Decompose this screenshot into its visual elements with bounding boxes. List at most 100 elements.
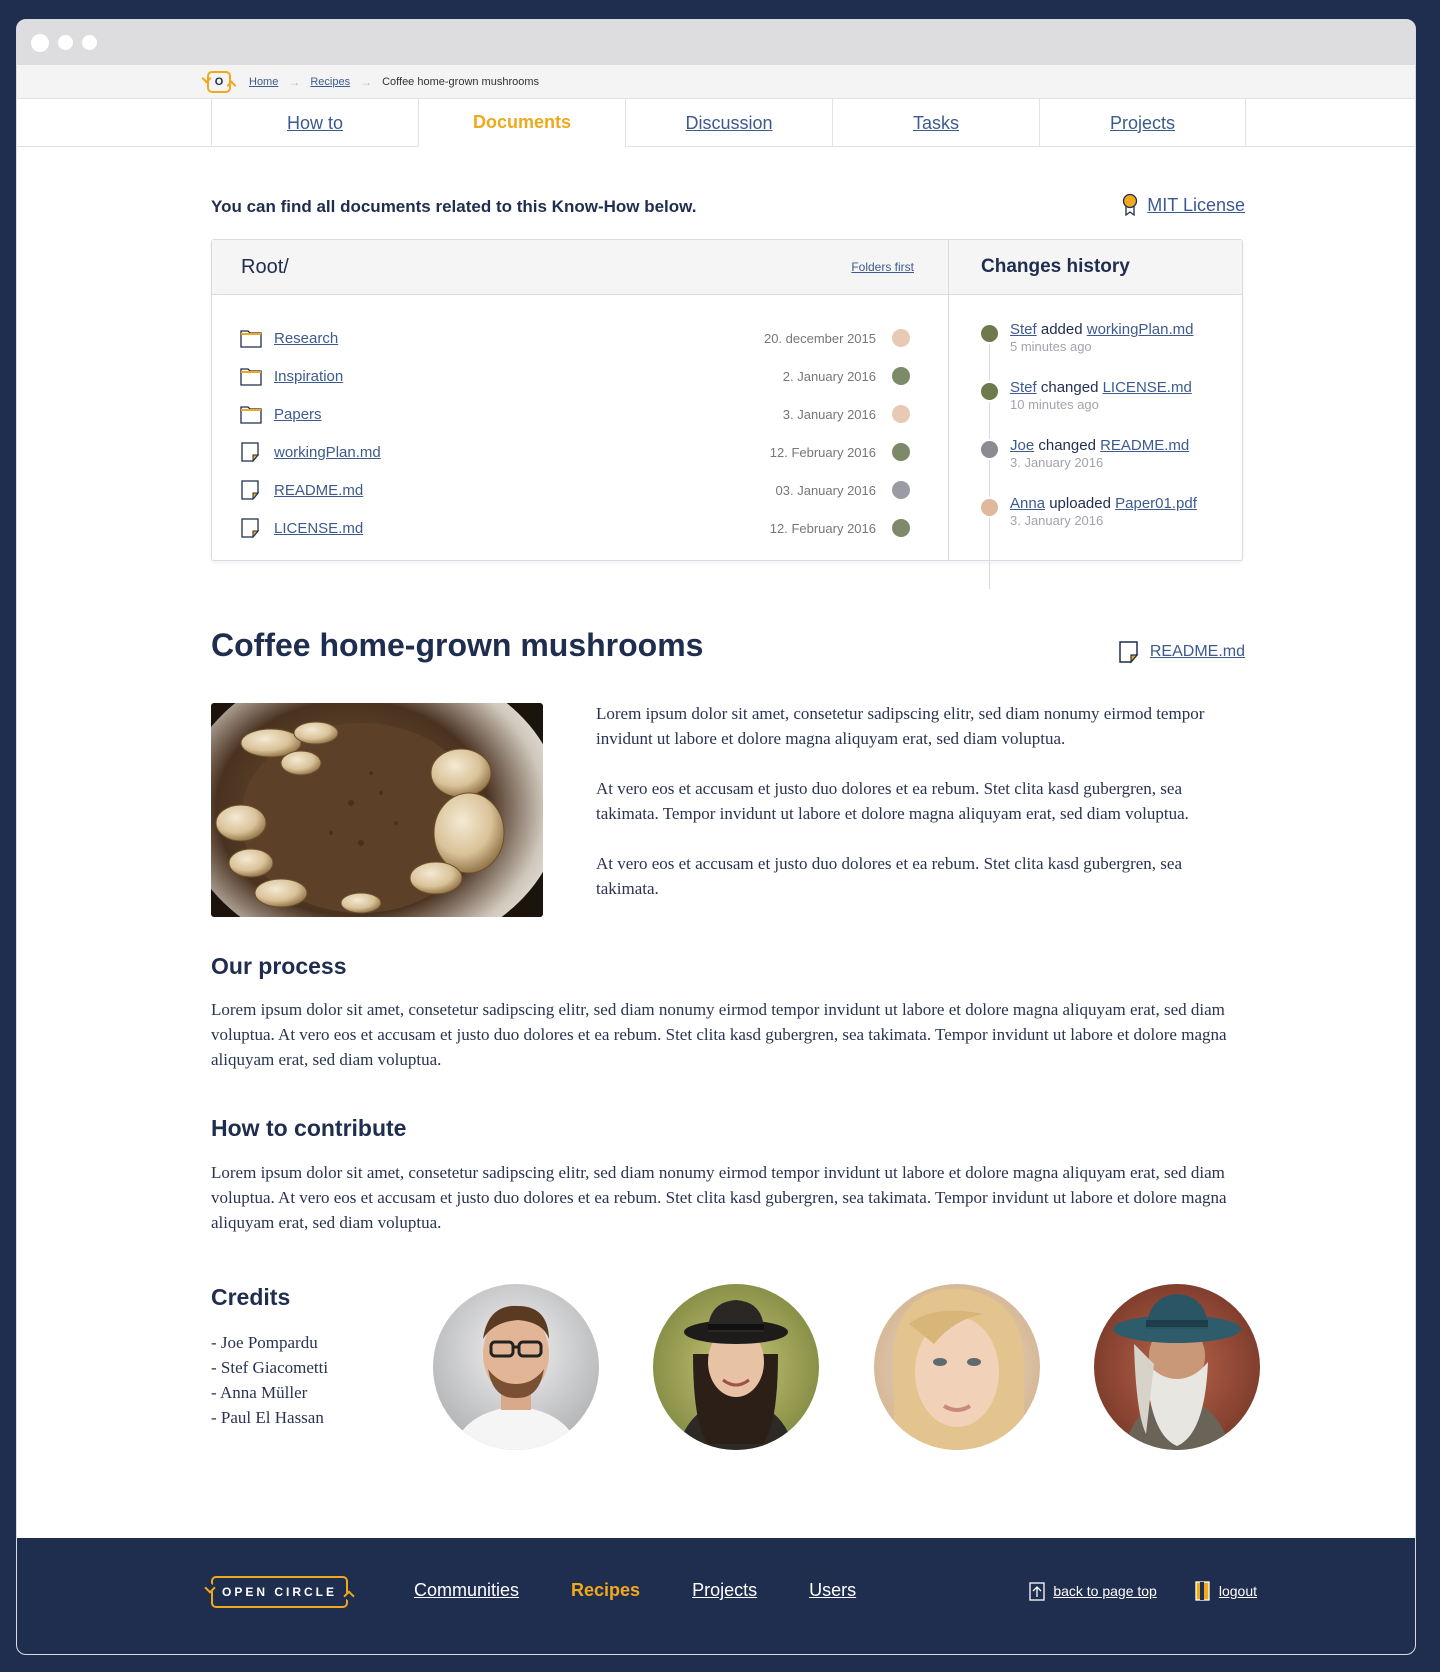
tab-projects-label[interactable]: Projects [1110,113,1175,134]
award-icon [1123,193,1138,217]
history-item: Stef added workingPlan.md 5 minutes ago [979,321,1242,379]
history-user-link[interactable]: Joe [1010,437,1034,454]
back-to-top-icon[interactable] [1029,1581,1045,1601]
history-target-link[interactable]: README.md [1100,437,1189,454]
browser-window: O Home → Recipes → Coffee home-grown mus… [16,19,1416,1655]
logout-link[interactable]: logout [1219,1583,1257,1599]
footer-logo[interactable]: OPEN CIRCLE [211,1576,348,1608]
tab-how-to-label[interactable]: How to [287,113,343,134]
file-icon [241,442,260,462]
process-body: Lorem ipsum dolor sit amet, consetetur s… [211,1000,1227,1069]
history-text: Joe changed README.md [1010,437,1242,454]
tab-discussion-label[interactable]: Discussion [685,113,772,134]
file-row[interactable]: Papers 3. January 2016 [212,395,948,433]
footer-nav: Communities Recipes Projects Users [414,1580,856,1601]
history-target-link[interactable]: Paper01.pdf [1115,495,1197,512]
tab-how-to[interactable]: How to [211,99,418,147]
history-target-link[interactable]: workingPlan.md [1087,321,1194,338]
file-row[interactable]: workingPlan.md 12. February 2016 [212,433,948,471]
history-item: Stef changed LICENSE.md 10 minutes ago [979,379,1242,437]
history-time: 5 minutes ago [1010,339,1092,354]
file-browser: Root/ Folders first Research 20. december… [212,240,949,560]
credit-photo-joe [433,1284,599,1450]
footer-nav-communities[interactable]: Communities [414,1580,519,1601]
credit-item: - Anna Müller [211,1383,308,1402]
history-time: 3. January 2016 [1010,455,1104,470]
history-list: Stef added workingPlan.md 5 minutes ago St… [949,295,1242,589]
history-action: uploaded [1049,495,1111,512]
window-maximize-dot[interactable] [82,35,97,50]
readme-label[interactable]: README.md [1150,643,1245,661]
window-minimize-dot[interactable] [58,35,73,50]
mushroom-photo [211,703,543,917]
intro-row: You can find all documents related to th… [211,167,1245,239]
file-name-link[interactable]: README.md [274,482,363,499]
footer-actions: back to page top logout [1029,1581,1257,1601]
history-target-link[interactable]: LICENSE.md [1103,379,1192,396]
history-user-link[interactable]: Stef [1010,379,1037,396]
back-to-top-link[interactable]: back to page top [1053,1583,1157,1599]
avatar [892,481,910,499]
changes-history-header: Changes history [949,240,1242,295]
credit-item: - Paul El Hassan [211,1408,324,1427]
footer-nav-recipes[interactable]: Recipes [571,1580,640,1601]
license-label[interactable]: MIT License [1147,195,1245,216]
file-row[interactable]: Inspiration 2. January 2016 [212,357,948,395]
tab-projects[interactable]: Projects [1039,99,1246,147]
avatar [979,439,1000,460]
logo-icon[interactable]: O [207,71,231,93]
history-user-link[interactable]: Anna [1010,495,1045,512]
breadcrumb: O Home → Recipes → Coffee home-grown mus… [207,65,539,99]
file-row[interactable]: README.md 03. January 2016 [212,471,948,509]
intro-paragraph: At vero eos et accusam et justo duo dolo… [596,854,1183,898]
breadcrumb-recipes[interactable]: Recipes [310,76,350,88]
folder-icon [240,330,262,348]
credit-item: - Joe Pompardu [211,1333,318,1352]
history-action: changed [1040,379,1099,396]
history-text: Anna uploaded Paper01.pdf [1010,495,1242,512]
history-text: Stef added workingPlan.md [1010,321,1242,338]
file-icon [241,518,260,538]
footer-nav-projects[interactable]: Projects [692,1580,757,1601]
footer: OPEN CIRCLE Communities Recipes Projects… [17,1538,1415,1654]
file-name-link[interactable]: Research [274,330,338,347]
tab-documents[interactable]: Documents [418,99,625,147]
file-icon [241,480,260,500]
file-date: 03. January 2016 [775,482,876,498]
readme-link[interactable]: README.md [1118,640,1245,664]
file-name-link[interactable]: Inspiration [274,368,343,385]
process-title: Our process [211,953,347,979]
credit-photo-stef [653,1284,819,1450]
tab-tasks[interactable]: Tasks [832,99,1039,147]
changes-history-title: Changes history [981,256,1130,277]
intro-paragraphs: Lorem ipsum dolor sit amet, consetetur s… [596,701,1243,926]
history-user-link[interactable]: Stef [1010,321,1037,338]
arrow-right-icon: → [288,75,301,89]
tab-tasks-label[interactable]: Tasks [913,113,959,134]
folders-first-link[interactable]: Folders first [851,260,914,274]
credits-title: Credits [211,1284,291,1310]
file-row[interactable]: LICENSE.md 12. February 2016 [212,509,948,547]
logout-icon[interactable] [1195,1581,1211,1601]
main-content: You can find all documents related to th… [211,167,1260,1450]
file-browser-header: Root/ Folders first [212,240,948,295]
credits-list: - Joe Pompardu - Stef Giacometti - Anna … [211,1330,328,1430]
license-link[interactable]: MIT License [1121,193,1245,217]
file-date: 12. February 2016 [769,520,876,536]
file-row[interactable]: Research 20. december 2015 [212,319,948,357]
avatar [892,405,910,423]
file-list: Research 20. december 2015 Inspiration 2. J… [212,295,948,547]
file-name-link[interactable]: workingPlan.md [274,444,381,461]
intro-paragraph: At vero eos et accusam et justo duo dolo… [596,779,1189,823]
footer-nav-users[interactable]: Users [809,1580,856,1601]
credit-photo-anna [874,1284,1040,1450]
intro-text: You can find all documents related to th… [211,197,697,216]
tab-discussion[interactable]: Discussion [625,99,832,147]
file-name-link[interactable]: Papers [274,406,322,423]
history-text: Stef changed LICENSE.md [1010,379,1242,396]
breadcrumb-home[interactable]: Home [249,76,278,88]
file-name-link[interactable]: LICENSE.md [274,520,363,537]
contribute-title: How to contribute [211,1115,407,1141]
window-close-dot[interactable] [31,33,49,52]
history-time: 10 minutes ago [1010,397,1099,412]
